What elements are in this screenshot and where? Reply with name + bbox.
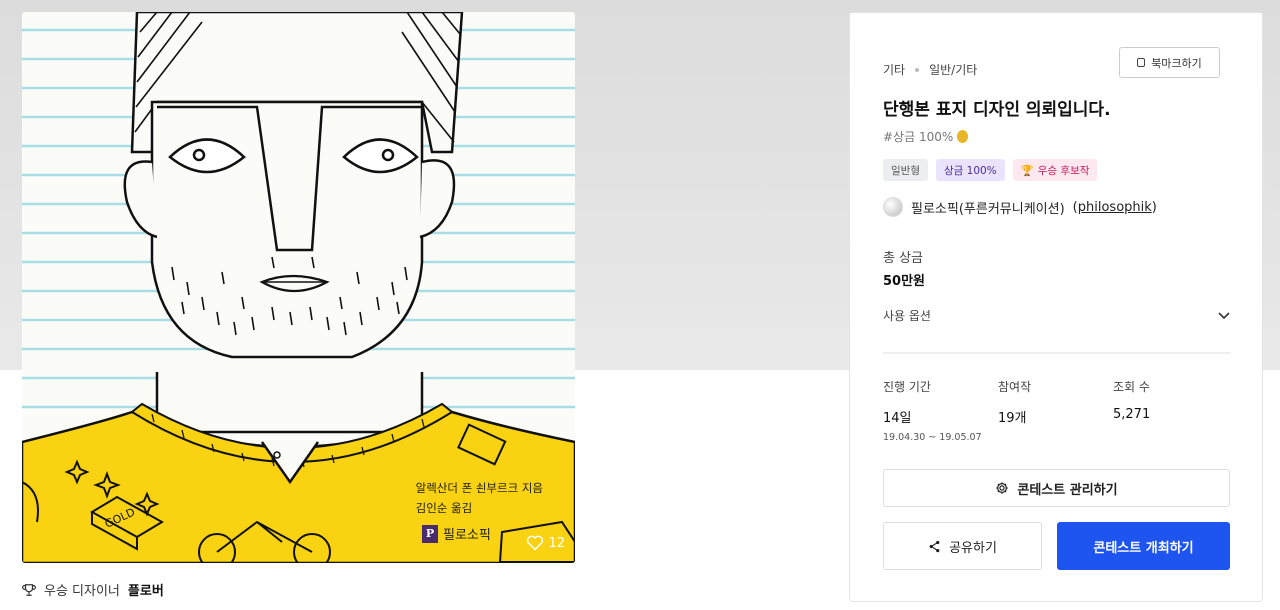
bookmark-icon <box>1137 58 1146 67</box>
host-contest-button[interactable]: 콘테스트 개최하기 <box>1057 522 1230 570</box>
handle-close: ) <box>1151 199 1157 215</box>
book-credits: 알렉산더 폰 쇤부르크 지음 김인순 옮김 <box>416 478 543 518</box>
winner-designer: 우승 디자이너 플로버 <box>22 580 164 599</box>
share-button[interactable]: 공유하기 <box>883 522 1042 570</box>
contest-info-panel: 기타 일반/기타 북마크하기 단행본 표지 디자인 의뢰입니다. #상금 100… <box>849 12 1263 602</box>
badge-list: 일반형 상금 100% 🏆 우승 후보작 <box>883 159 1098 181</box>
bookmark-button[interactable]: 북마크하기 <box>1119 47 1220 78</box>
contest-title: 단행본 표지 디자인 의뢰입니다. <box>883 100 1111 120</box>
share-icon <box>929 540 940 552</box>
badge-general: 일반형 <box>883 159 928 181</box>
holder-handle[interactable]: philosophik <box>1078 200 1152 215</box>
stat-views: 조회 수 5,271 <box>1113 378 1228 443</box>
translator-line: 김인순 옮김 <box>415 501 473 515</box>
prize-tag-text: #상금 100% <box>883 130 954 144</box>
holder-handle-wrap: (philosophik) <box>1073 200 1157 215</box>
breadcrumb-category[interactable]: 기타 <box>883 61 905 78</box>
like-counter[interactable]: 12 <box>526 535 565 551</box>
contest-holder[interactable]: 필로소픽(푸른커뮤니케이션) (philosophik) <box>883 197 1157 217</box>
prize-tag: #상금 100% <box>883 128 969 145</box>
trophy-icon: 🏆 <box>1020 164 1034 177</box>
contest-artwork[interactable]: GOLD 알렉산더 폰 쇤부르크 지음 김인순 옮김 P 필로소픽 12 <box>22 12 575 563</box>
usage-options-toggle[interactable]: 사용 옵션 <box>883 307 1230 324</box>
gear-icon <box>996 482 1009 494</box>
stat-value: 19개 <box>998 411 1027 426</box>
publisher-mark: P <box>422 524 438 543</box>
heart-icon <box>527 535 544 551</box>
stat-value: 14일 <box>883 411 912 426</box>
manage-contest-label: 콘테스트 관리하기 <box>1017 482 1118 498</box>
holder-name: 필로소픽(푸른커뮤니케이션) <box>911 201 1065 217</box>
breadcrumb-separator <box>915 67 920 72</box>
total-prize-value: 50만원 <box>883 274 926 289</box>
stat-dates: 19.04.30 ~ 19.05.07 <box>883 432 982 443</box>
contest-stats: 진행 기간 14일 19.04.30 ~ 19.05.07 참여작 19개 조회… <box>883 378 1230 443</box>
publisher-name: 필로소픽 <box>443 528 491 543</box>
chevron-down-icon <box>1218 311 1230 319</box>
usage-options-label: 사용 옵션 <box>883 309 931 323</box>
publisher-logo: P 필로소픽 <box>422 524 491 543</box>
stat-label: 조회 수 <box>1113 380 1150 394</box>
medal-icon <box>957 130 969 143</box>
trophy-icon <box>22 583 36 596</box>
share-label: 공유하기 <box>949 540 997 556</box>
badge-prize: 상금 100% <box>935 159 1005 181</box>
avatar <box>883 197 903 217</box>
total-prize-label: 총 상금 <box>883 251 924 266</box>
bookmark-label: 북마크하기 <box>1151 56 1202 70</box>
divider <box>883 352 1230 354</box>
manage-contest-button[interactable]: 콘테스트 관리하기 <box>883 469 1230 507</box>
stat-label: 진행 기간 <box>883 380 931 394</box>
like-count: 12 <box>548 535 565 551</box>
breadcrumb: 기타 일반/기타 <box>883 61 977 78</box>
host-contest-label: 콘테스트 개최하기 <box>1093 540 1194 556</box>
stat-entries: 참여작 19개 <box>998 378 1113 443</box>
winner-label: 우승 디자이너 <box>44 584 120 599</box>
author-line: 알렉산더 폰 쇤부르크 지음 <box>415 481 543 495</box>
stat-duration: 진행 기간 14일 19.04.30 ~ 19.05.07 <box>883 378 998 443</box>
stat-label: 참여작 <box>998 380 1032 394</box>
breadcrumb-subcategory[interactable]: 일반/기타 <box>929 61 977 78</box>
badge-winner-candidate-label: 우승 후보작 <box>1037 164 1090 177</box>
stat-value: 5,271 <box>1113 407 1151 422</box>
badge-winner-candidate: 🏆 우승 후보작 <box>1012 159 1098 181</box>
winner-name[interactable]: 플로버 <box>128 580 164 599</box>
